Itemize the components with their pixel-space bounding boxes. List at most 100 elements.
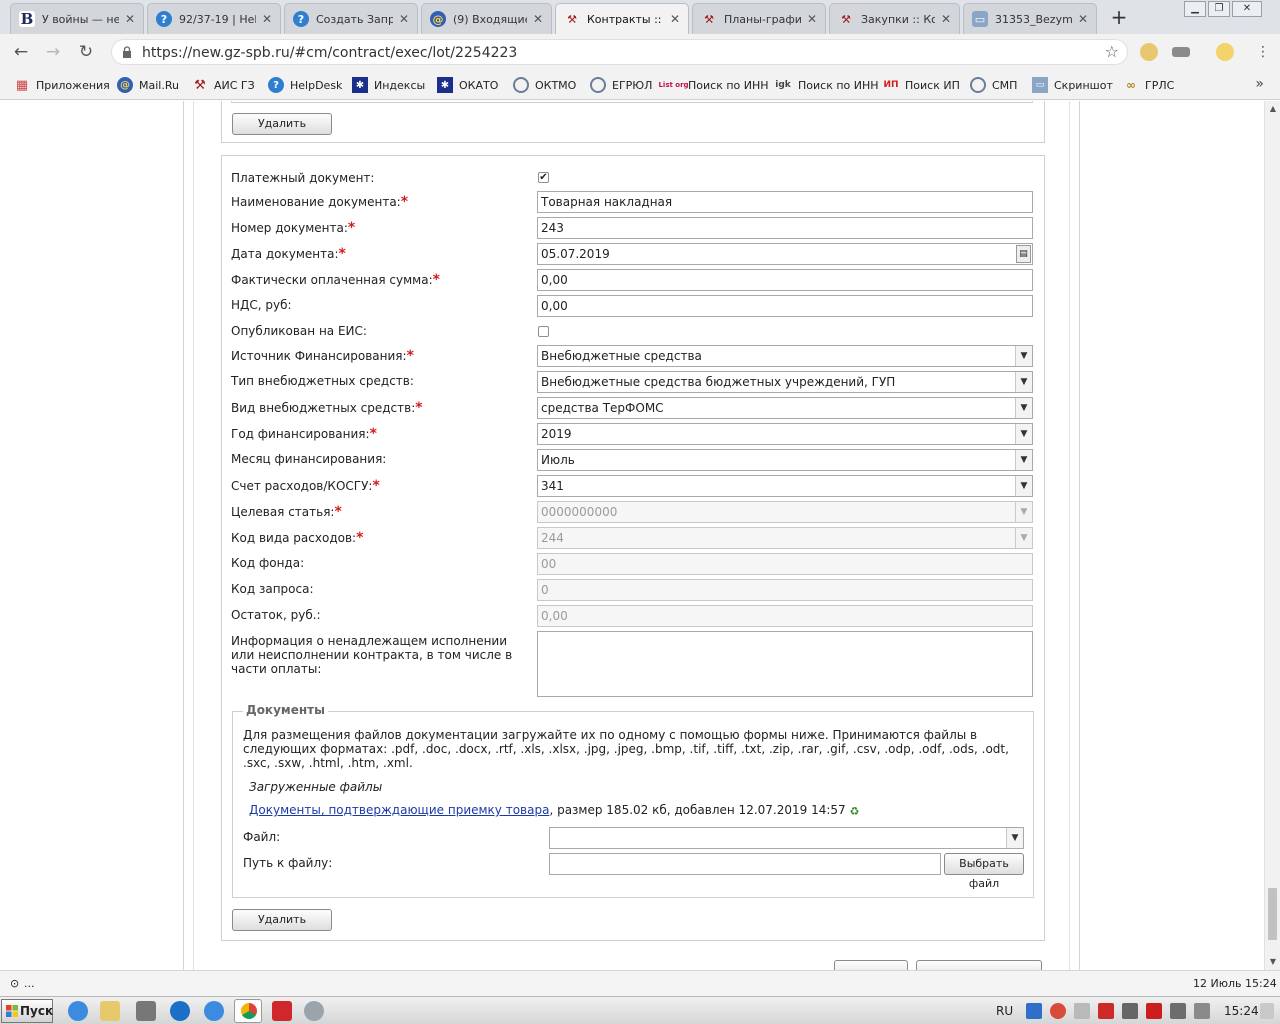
tab-2[interactable]: ? 92/37-19 | Hel ✕ — [147, 3, 281, 34]
helpdesk-favicon-icon: ? — [293, 11, 309, 27]
scroll-down-icon[interactable]: ▼ — [1265, 954, 1280, 970]
contract-info-textarea[interactable] — [537, 631, 1033, 697]
tab-4[interactable]: @ (9) Входящие ✕ — [421, 3, 552, 34]
scroll-thumb[interactable] — [1268, 888, 1277, 940]
payment-doc-checkbox[interactable]: ✔ — [538, 172, 549, 183]
ie-icon[interactable] — [68, 1001, 88, 1021]
address-bar[interactable]: https://new.gz-spb.ru/#cm/contract/exec/… — [111, 39, 1128, 65]
vertical-scrollbar[interactable]: ▲ ▼ — [1264, 101, 1280, 970]
paid-sum-input[interactable]: 0,00 — [537, 269, 1033, 291]
bookmark-inn-search-1[interactable]: List org Поиск по ИНН — [658, 77, 768, 93]
file-path-input[interactable] — [549, 853, 941, 875]
tray-icon[interactable] — [1026, 1003, 1042, 1019]
start-button[interactable]: Пуск — [1, 999, 53, 1023]
tab-7[interactable]: ⚒ Закупки :: Ко ✕ — [829, 3, 960, 34]
back-arrow-icon[interactable]: ← — [10, 41, 32, 63]
funding-source-select[interactable]: Внебюджетные средства ▼ — [537, 345, 1033, 367]
bookmark-ip-search[interactable]: ИП Поиск ИП — [883, 77, 959, 93]
tray-icon[interactable] — [1098, 1003, 1114, 1019]
vat-input[interactable]: 0,00 — [537, 295, 1033, 317]
delete-button[interactable]: Удалить — [232, 113, 332, 135]
close-icon[interactable]: ✕ — [941, 12, 951, 26]
ie-icon[interactable] — [204, 1001, 224, 1021]
new-tab-button[interactable]: + — [1106, 6, 1132, 30]
language-indicator[interactable]: RU — [996, 1004, 1013, 1018]
tray-icon[interactable] — [1122, 1003, 1138, 1019]
speaker-icon[interactable] — [1194, 1003, 1210, 1019]
close-icon[interactable]: ✕ — [1078, 12, 1088, 26]
partial-button[interactable] — [916, 960, 1042, 970]
close-window-button[interactable]: ✕ — [1232, 1, 1262, 17]
chevron-down-icon[interactable]: ▼ — [1015, 476, 1032, 496]
tab-1[interactable]: B У войны — не ✕ — [10, 3, 144, 34]
menu-dots-icon[interactable]: ⋮ — [1252, 41, 1274, 63]
doc-date-input[interactable]: 05.07.2019 ▤ — [537, 243, 1033, 265]
tray-icon[interactable] — [1050, 1003, 1066, 1019]
close-icon[interactable]: ✕ — [670, 12, 680, 26]
bookmark-apps[interactable]: ▦ Приложения — [14, 77, 110, 93]
funding-month-select[interactable]: Июль ▼ — [537, 449, 1033, 471]
scroll-up-icon[interactable]: ▲ — [1265, 101, 1280, 117]
calendar-icon[interactable]: ▤ — [1016, 245, 1031, 263]
published-checkbox[interactable] — [538, 326, 549, 337]
reload-icon[interactable]: ↻ — [75, 41, 97, 63]
close-icon[interactable]: ✕ — [125, 12, 135, 26]
chevron-down-icon[interactable]: ▼ — [1015, 450, 1032, 470]
bookmark-star-icon[interactable]: ☆ — [1105, 42, 1119, 61]
delete-button[interactable]: Удалить — [232, 909, 332, 931]
chevron-down-icon[interactable]: ▼ — [1015, 372, 1032, 392]
bookmark-screenshot[interactable]: ▭ Скриншот — [1032, 77, 1113, 93]
doc-name-input[interactable]: Товарная накладная — [537, 191, 1033, 213]
tab-6[interactable]: ⚒ Планы-графи ✕ — [692, 3, 826, 34]
bookmark-egrul[interactable]: ЕГРЮЛ — [590, 77, 652, 93]
offbudget-type-select[interactable]: Внебюджетные средства бюджетных учрежден… — [537, 371, 1033, 393]
bookmark-helpdesk[interactable]: ? HelpDesk — [268, 77, 342, 93]
show-desktop-button[interactable] — [1260, 1003, 1274, 1019]
tray-icon[interactable] — [1170, 1003, 1186, 1019]
tray-icon[interactable] — [1074, 1003, 1090, 1019]
funding-year-select[interactable]: 2019 ▼ — [537, 423, 1033, 445]
bookmark-inn-search-2[interactable]: igk Поиск по ИНН — [774, 77, 878, 93]
file-type-select[interactable]: ▼ — [549, 827, 1024, 849]
offbudget-kind-select[interactable]: средства ТерФОМС ▼ — [537, 397, 1033, 419]
close-icon[interactable]: ✕ — [262, 12, 272, 26]
choose-file-button[interactable]: Выбрать файл — [944, 853, 1024, 890]
more-bookmarks-chevron-icon[interactable]: » — [1255, 76, 1264, 92]
extension-icon[interactable] — [1140, 43, 1158, 61]
extension-icon[interactable] — [1172, 47, 1190, 57]
chevron-down-icon[interactable]: ▼ — [1015, 398, 1032, 418]
sync-icon[interactable] — [170, 1001, 190, 1021]
tab-5-active[interactable]: ⚒ Контракты :: ✕ — [555, 3, 689, 34]
recycle-delete-icon[interactable]: ♻ — [850, 805, 862, 818]
profile-avatar-icon[interactable] — [1216, 43, 1234, 61]
bookmark-indexes[interactable]: ✱ Индексы — [352, 77, 425, 93]
bookmark-smp[interactable]: СМП — [970, 77, 1017, 93]
close-icon[interactable]: ✕ — [533, 12, 543, 26]
bookmark-oktmo[interactable]: ОКТМО — [513, 77, 576, 93]
partial-button[interactable] — [834, 960, 908, 970]
bookmark-okato[interactable]: ✱ ОКАТО — [437, 77, 498, 93]
chrome-taskbar-button[interactable] — [234, 999, 262, 1023]
forward-arrow-icon[interactable]: → — [42, 41, 64, 63]
minimize-button[interactable]: ▁ — [1184, 1, 1206, 17]
uploaded-file-link[interactable]: Документы, подтверждающие приемку товара — [249, 803, 549, 817]
expense-account-select[interactable]: 341 ▼ — [537, 475, 1033, 497]
tray-icon[interactable] — [1146, 1003, 1162, 1019]
bookmark-grls[interactable]: ∞ ГРЛС — [1123, 77, 1174, 93]
tab-3[interactable]: ? Создать Запр ✕ — [284, 3, 418, 34]
app-icon[interactable] — [304, 1001, 324, 1021]
doc-number-input[interactable]: 243 — [537, 217, 1033, 239]
folder-icon[interactable] — [100, 1001, 120, 1021]
tab-8[interactable]: ▭ 31353_Bezymy ✕ — [963, 3, 1097, 34]
pdf-icon[interactable] — [272, 1001, 292, 1021]
chevron-down-icon[interactable]: ▼ — [1006, 828, 1023, 848]
bookmark-ais-gz[interactable]: ⚒ АИС ГЗ — [192, 77, 255, 93]
app-icon[interactable] — [136, 1001, 156, 1021]
close-icon[interactable]: ✕ — [807, 12, 817, 26]
chevron-down-icon[interactable]: ▼ — [1015, 346, 1032, 366]
bookmark-mailru[interactable]: @ Mail.Ru — [117, 77, 179, 93]
restore-button[interactable]: ❐ — [1208, 1, 1230, 17]
close-icon[interactable]: ✕ — [399, 12, 409, 26]
rings-icon: ∞ — [1126, 78, 1136, 92]
chevron-down-icon[interactable]: ▼ — [1015, 424, 1032, 444]
